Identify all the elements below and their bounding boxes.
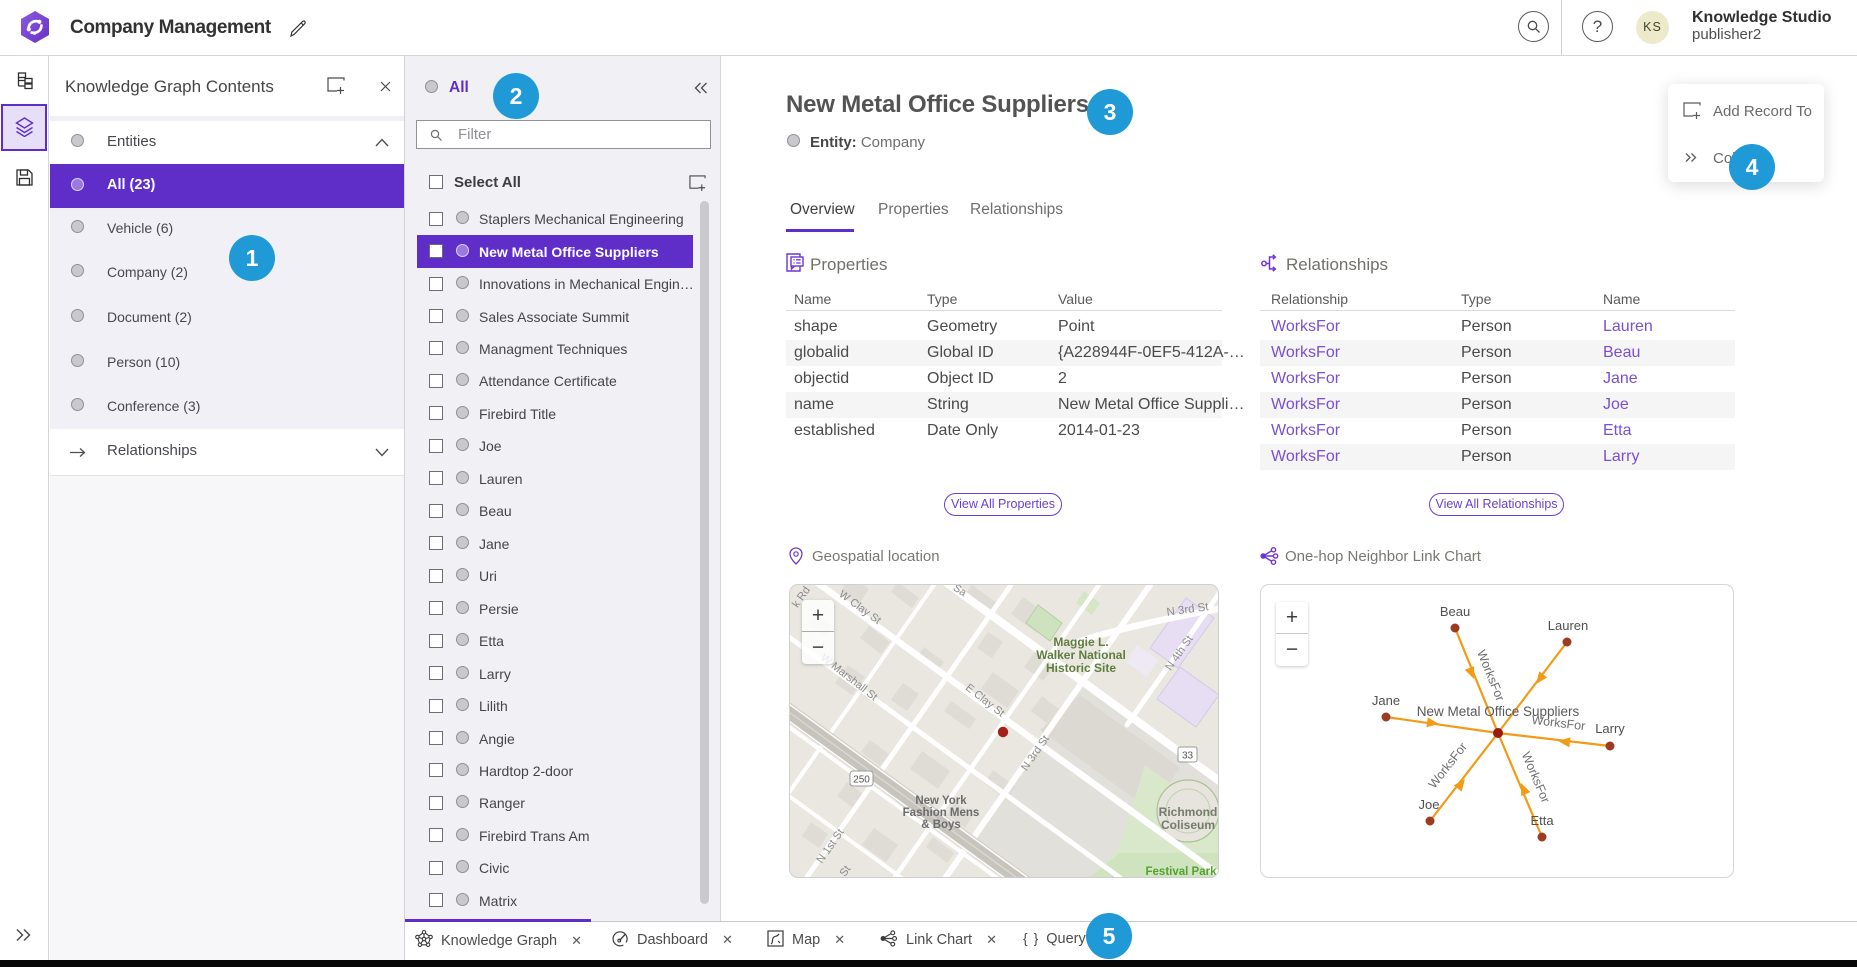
svg-text:Richmond: Richmond <box>1159 805 1218 819</box>
svg-text:Jane: Jane <box>1372 693 1400 708</box>
svg-text:Beau: Beau <box>1440 604 1470 619</box>
svg-text:Walker National: Walker National <box>1036 648 1126 662</box>
svg-text:Etta: Etta <box>1530 813 1554 828</box>
svg-text:250: 250 <box>853 775 870 786</box>
svg-text:Lauren: Lauren <box>1548 618 1588 633</box>
svg-text:33: 33 <box>1182 751 1194 762</box>
svg-text:WorksFor: WorksFor <box>1474 648 1507 703</box>
svg-text:Joe: Joe <box>1419 797 1440 812</box>
svg-text:New Metal Office Suppliers: New Metal Office Suppliers <box>1417 704 1580 719</box>
svg-text:Maggie L.: Maggie L. <box>1053 635 1108 649</box>
svg-text:Coliseum: Coliseum <box>1161 818 1215 832</box>
svg-text:Historic Site: Historic Site <box>1046 661 1116 675</box>
svg-text:Festival Park: Festival Park <box>1146 866 1218 877</box>
svg-text:& Boys: & Boys <box>921 819 961 831</box>
svg-text:New York: New York <box>915 795 967 807</box>
svg-text:Larry: Larry <box>1595 721 1625 736</box>
svg-text:Fashion Mens: Fashion Mens <box>903 807 980 819</box>
